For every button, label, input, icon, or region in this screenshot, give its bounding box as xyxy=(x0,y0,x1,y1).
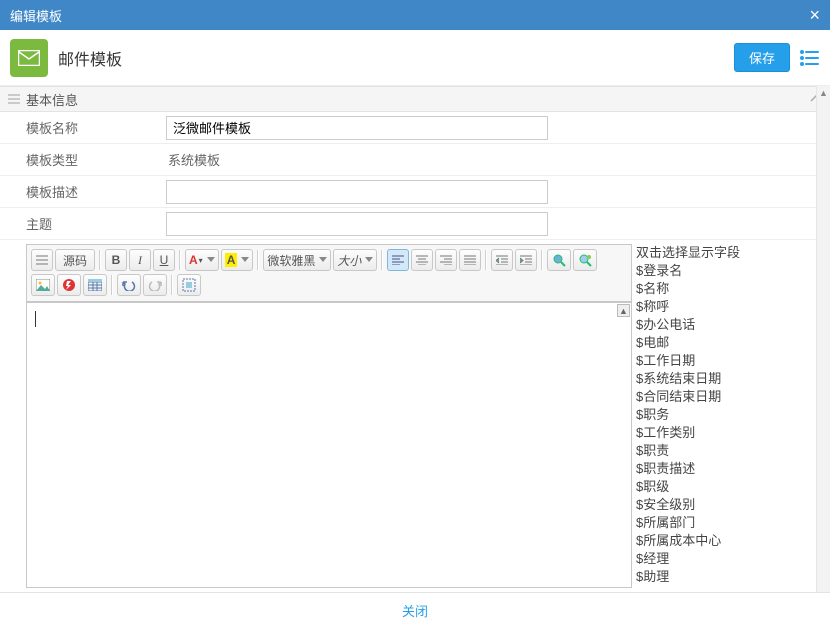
separator xyxy=(99,250,101,270)
field-item[interactable]: $所属部门 xyxy=(636,514,822,532)
field-item[interactable]: $称呼 xyxy=(636,298,822,316)
section-title: 基本信息 xyxy=(26,90,78,109)
row-template-type: 模板类型 系统模板 xyxy=(0,144,830,176)
indent-icon[interactable] xyxy=(515,249,537,271)
align-center-icon[interactable] xyxy=(411,249,433,271)
page-header: 邮件模板 保存 xyxy=(0,30,830,86)
field-item[interactable]: $助理 xyxy=(636,568,822,586)
section-basic-info[interactable]: 基本信息 xyxy=(0,86,830,112)
field-item[interactable]: $电邮 xyxy=(636,334,822,352)
row-template-desc: 模板描述 xyxy=(0,176,830,208)
separator xyxy=(179,250,181,270)
editor-toolbar: 源码 B I U A▾ A 微软雅黑 大小 xyxy=(27,245,631,302)
editor-content[interactable]: ▲ xyxy=(27,302,631,587)
separator xyxy=(541,250,543,270)
label-template-type: 模板类型 xyxy=(0,150,166,169)
scroll-up-icon[interactable]: ▲ xyxy=(617,304,630,317)
label-template-name: 模板名称 xyxy=(0,118,166,137)
row-subject: 主题 xyxy=(0,208,830,240)
field-item[interactable]: $安全级别 xyxy=(636,496,822,514)
italic-button[interactable]: I xyxy=(129,249,151,271)
font-size-select[interactable]: 大小 xyxy=(333,249,377,271)
separator xyxy=(485,250,487,270)
rich-text-editor: 源码 B I U A▾ A 微软雅黑 大小 xyxy=(26,244,632,588)
flash-icon[interactable] xyxy=(57,274,81,296)
field-item[interactable]: $工作日期 xyxy=(636,352,822,370)
field-item[interactable]: $职责描述 xyxy=(636,460,822,478)
input-template-desc[interactable] xyxy=(166,180,548,204)
text-color-select[interactable]: A▾ xyxy=(185,249,219,271)
field-item[interactable]: $登录名 xyxy=(636,262,822,280)
source-button[interactable]: 源码 xyxy=(55,249,95,271)
align-right-icon[interactable] xyxy=(435,249,457,271)
form: 模板名称 模板类型 系统模板 模板描述 主题 xyxy=(0,112,830,240)
field-item[interactable]: $工作类别 xyxy=(636,424,822,442)
align-justify-icon[interactable] xyxy=(459,249,481,271)
mail-badge xyxy=(10,39,48,77)
body-area: 源码 B I U A▾ A 微软雅黑 大小 xyxy=(0,240,830,588)
input-subject[interactable] xyxy=(166,212,548,236)
label-subject: 主题 xyxy=(0,214,166,233)
align-left-icon[interactable] xyxy=(387,249,409,271)
dialog-titlebar: 编辑模板 × xyxy=(0,0,830,30)
save-button[interactable]: 保存 xyxy=(734,43,790,72)
underline-button[interactable]: U xyxy=(153,249,175,271)
field-item[interactable]: $系统结束日期 xyxy=(636,370,822,388)
separator xyxy=(111,275,113,295)
table-icon[interactable] xyxy=(83,274,107,296)
redo-icon[interactable] xyxy=(143,274,167,296)
row-template-name: 模板名称 xyxy=(0,112,830,144)
value-template-type: 系统模板 xyxy=(166,150,830,169)
field-item[interactable]: $合同结束日期 xyxy=(636,388,822,406)
list-toggle-icon[interactable] xyxy=(31,249,53,271)
scrollbar[interactable]: ▲ xyxy=(816,86,830,592)
image-icon[interactable] xyxy=(31,274,55,296)
bold-button[interactable]: B xyxy=(105,249,127,271)
separator xyxy=(171,275,173,295)
field-item[interactable]: $名称 xyxy=(636,280,822,298)
bg-color-select[interactable]: A xyxy=(221,249,254,271)
input-template-name[interactable] xyxy=(166,116,548,140)
dialog-title: 编辑模板 xyxy=(10,6,62,25)
field-item[interactable]: $职级 xyxy=(636,478,822,496)
separator xyxy=(381,250,383,270)
field-item[interactable]: $职务 xyxy=(636,406,822,424)
scroll-up-icon[interactable]: ▲ xyxy=(817,86,830,100)
font-family-select[interactable]: 微软雅黑 xyxy=(263,249,331,271)
mail-icon xyxy=(18,50,40,66)
label-template-desc: 模板描述 xyxy=(0,182,166,201)
list-icon[interactable] xyxy=(800,50,820,66)
undo-icon[interactable] xyxy=(117,274,141,296)
field-picker: 双击选择显示字段 $登录名$名称$称呼$办公电话$电邮$工作日期$系统结束日期$… xyxy=(636,244,822,588)
find-icon[interactable] xyxy=(547,249,571,271)
field-item[interactable]: $办公电话 xyxy=(636,316,822,334)
field-item[interactable]: $所属成本中心 xyxy=(636,532,822,550)
select-all-icon[interactable] xyxy=(177,274,201,296)
replace-icon[interactable] xyxy=(573,249,597,271)
close-icon[interactable]: × xyxy=(809,5,820,26)
text-cursor xyxy=(35,311,36,327)
field-item[interactable]: $职责 xyxy=(636,442,822,460)
field-picker-header: 双击选择显示字段 xyxy=(636,244,822,262)
field-item[interactable]: $经理 xyxy=(636,550,822,568)
dialog-footer: 关闭 xyxy=(0,592,830,628)
separator xyxy=(257,250,259,270)
page-title: 邮件模板 xyxy=(58,46,734,70)
outdent-icon[interactable] xyxy=(491,249,513,271)
close-link[interactable]: 关闭 xyxy=(402,601,428,620)
hamburger-icon xyxy=(8,94,20,104)
